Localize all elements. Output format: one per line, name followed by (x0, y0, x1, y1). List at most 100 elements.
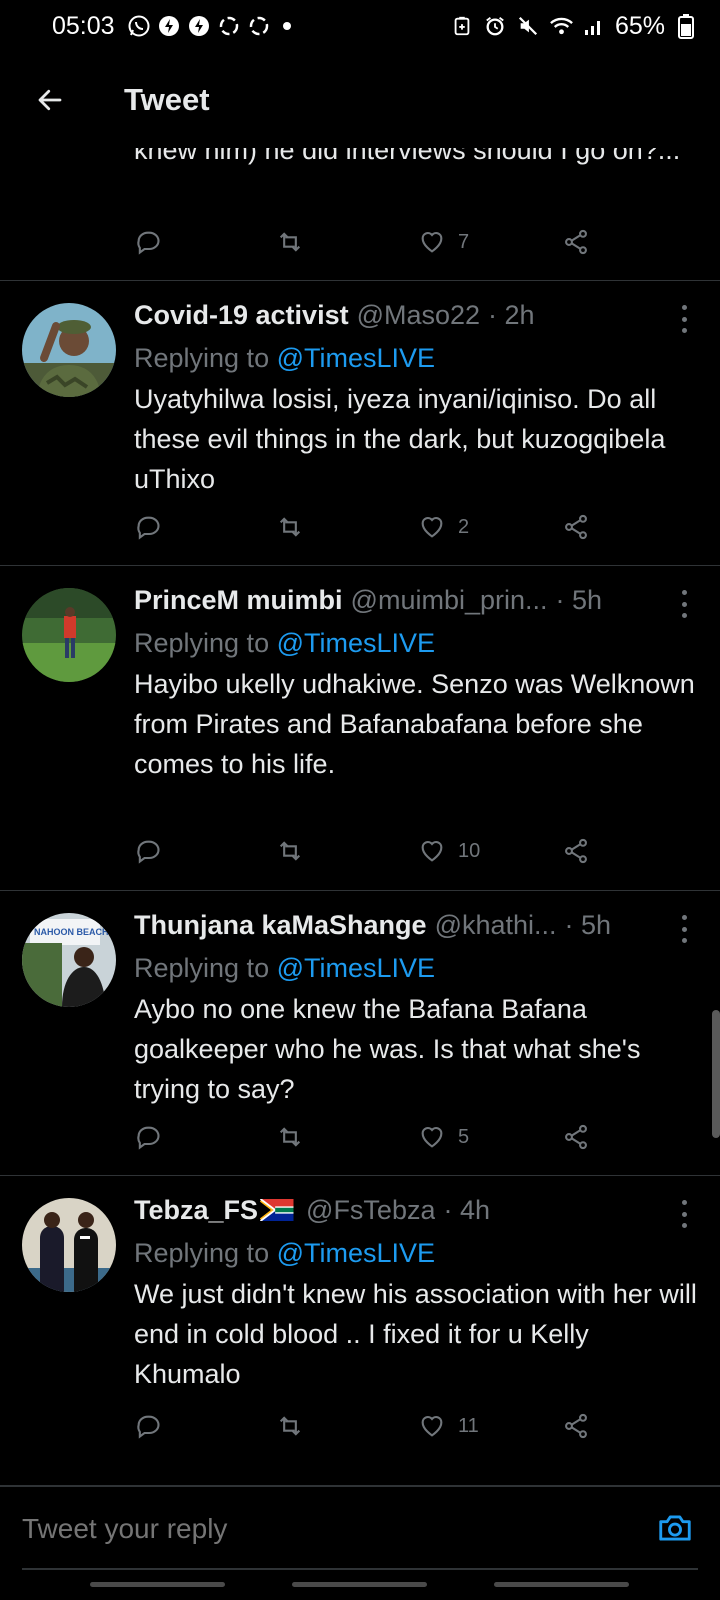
mention-link[interactable]: @TimesLIVE (277, 628, 435, 658)
avatar[interactable] (22, 303, 116, 397)
like-count: 10 (458, 839, 481, 862)
retweet-button[interactable] (276, 1412, 304, 1440)
battery-saver-icon (450, 14, 475, 39)
tweet-time: · 4h (443, 1194, 491, 1225)
reply-icon (137, 1126, 160, 1150)
replying-label: Replying to (134, 1238, 277, 1268)
reply-feed[interactable]: knew him) he did interviews should I go … (0, 148, 720, 1486)
share-button[interactable] (562, 1123, 590, 1151)
reply-input[interactable] (22, 1507, 602, 1551)
retweet-button[interactable] (276, 228, 304, 256)
alarm-icon (483, 14, 508, 39)
tweet-header: Covid-19 activist @Maso22 · 2h (134, 293, 698, 337)
partial-tweet[interactable]: knew him) he did interviews should I go … (0, 148, 720, 281)
avatar[interactable]: NAHOON BEACH (22, 913, 116, 1007)
more-options-button[interactable] (672, 305, 696, 333)
tweet-item[interactable]: Tebza_FS @FsTebza · 4h Replying to @Time… (0, 1176, 720, 1486)
mention-link[interactable]: @TimesLIVE (277, 1238, 435, 1268)
tweet-actions: 11 (134, 1406, 614, 1446)
author-name[interactable]: Thunjana kaMaShange (134, 910, 427, 941)
retweet-icon (279, 517, 301, 537)
tweet-header: Thunjana kaMaShange @khathi... · 5h (134, 903, 698, 947)
share-button[interactable] (562, 228, 590, 256)
author-name[interactable]: PrinceM muimbi (134, 585, 343, 616)
sync-icon (247, 14, 272, 39)
replying-to: Replying to @TimesLIVE (134, 337, 698, 379)
tweet-text: Aybo no one knew the Bafana Bafana goalk… (134, 994, 641, 1104)
share-icon (565, 1413, 587, 1439)
author-name[interactable]: Covid-19 activist (134, 300, 349, 331)
tweet-actions: 5 (134, 1117, 614, 1157)
more-options-button[interactable] (672, 590, 696, 618)
tweet-text: Uyatyhilwa losisi, iyeza inyani/iqiniso.… (134, 384, 666, 494)
share-button[interactable] (562, 513, 590, 541)
author-name[interactable]: Tebza_FS (134, 1195, 258, 1226)
tweet-actions: 7 (134, 222, 614, 262)
status-bar: 05:03 65% (0, 0, 720, 52)
reply-icon (137, 840, 160, 864)
author-handle[interactable]: @FsTebza (306, 1195, 435, 1226)
reply-button[interactable] (134, 837, 162, 865)
like-button[interactable]: 11 (418, 1412, 479, 1440)
mention-link[interactable]: @TimesLIVE (277, 953, 435, 983)
author-handle[interactable]: @khathi... (435, 910, 557, 941)
south-africa-flag-icon (260, 1199, 294, 1221)
tweet-item[interactable]: PrinceM muimbi @muimbi_prin... · 5h Repl… (0, 566, 720, 891)
retweet-button[interactable] (276, 513, 304, 541)
replying-label: Replying to (134, 953, 277, 983)
signal-icon (582, 14, 607, 39)
tweet-time: · 5h (555, 584, 603, 615)
like-button[interactable]: 7 (418, 228, 469, 256)
reply-icon (137, 231, 160, 255)
author-handle[interactable]: @muimbi_prin... (351, 585, 548, 616)
like-button[interactable]: 2 (418, 513, 469, 541)
heart-icon (421, 1127, 443, 1148)
tweet-item[interactable]: Covid-19 activist @Maso22 · 2h Replying … (0, 281, 720, 566)
retweet-button[interactable] (276, 1123, 304, 1151)
more-options-button[interactable] (672, 1200, 696, 1228)
tweet-content: Thunjana kaMaShange @khathi... · 5h Repl… (134, 903, 698, 1109)
retweet-icon (279, 841, 301, 861)
share-icon (565, 514, 587, 540)
heart-icon (421, 841, 443, 862)
reply-icon (137, 516, 160, 540)
reply-button[interactable] (134, 1412, 162, 1440)
author-handle[interactable]: @Maso22 (357, 300, 480, 331)
scrollbar[interactable] (712, 1010, 720, 1138)
share-icon (565, 838, 587, 864)
back-button[interactable] (22, 72, 78, 128)
navigation-bar (0, 1570, 720, 1600)
like-button[interactable]: 10 (418, 837, 480, 865)
like-count: 2 (458, 515, 470, 538)
reply-bar (0, 1486, 720, 1570)
tweet-item[interactable]: NAHOON BEACH Thunjana kaMaShange @khathi… (0, 891, 720, 1176)
avatar-sign-text: NAHOON BEACH (34, 927, 109, 937)
avatar[interactable] (22, 1198, 116, 1292)
share-button[interactable] (562, 1412, 590, 1440)
reply-button[interactable] (134, 513, 162, 541)
tweet-time: · 2h (488, 299, 535, 330)
avatar[interactable] (22, 588, 116, 682)
camera-button[interactable] (652, 1505, 698, 1551)
share-button[interactable] (562, 837, 590, 865)
nav-back-handle[interactable] (494, 1582, 629, 1587)
like-count: 11 (458, 1414, 479, 1437)
like-button[interactable]: 5 (418, 1123, 469, 1151)
retweet-icon (279, 1127, 301, 1147)
share-icon (565, 1124, 587, 1150)
mention-link[interactable]: @TimesLIVE (277, 343, 435, 373)
retweet-button[interactable] (276, 837, 304, 865)
tweet-content: Tebza_FS @FsTebza · 4h Replying to @Time… (134, 1188, 698, 1394)
notification-icon (157, 14, 182, 39)
retweet-icon (279, 232, 301, 252)
app-header: Tweet (0, 52, 720, 148)
tweet-text: We just didn't knew his association with… (134, 1279, 697, 1389)
tweet-content: Covid-19 activist @Maso22 · 2h Replying … (134, 293, 698, 499)
reply-button[interactable] (134, 228, 162, 256)
mute-icon (516, 14, 541, 39)
more-options-button[interactable] (672, 915, 696, 943)
nav-home-handle[interactable] (292, 1582, 427, 1587)
arrow-left-icon (38, 89, 62, 111)
nav-recent-handle[interactable] (90, 1582, 225, 1587)
reply-button[interactable] (134, 1123, 162, 1151)
